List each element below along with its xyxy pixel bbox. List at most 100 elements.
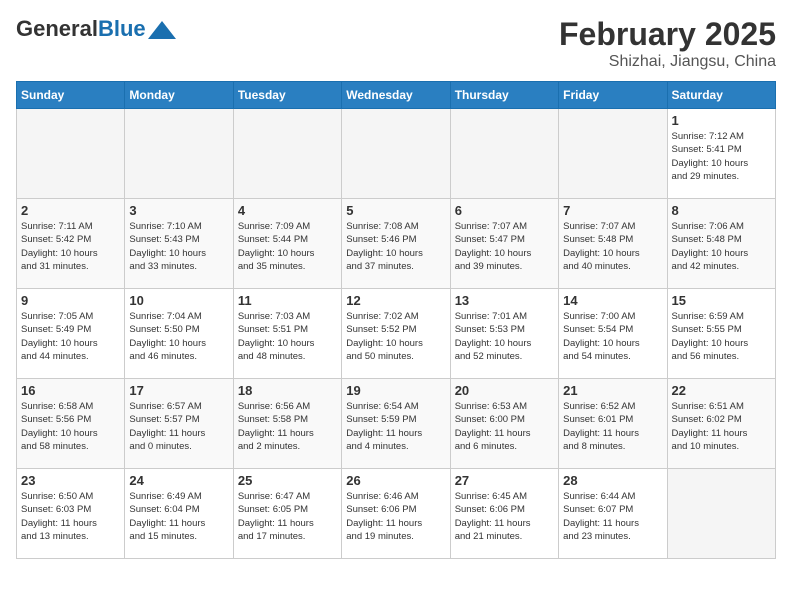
day-info: Sunrise: 7:10 AM Sunset: 5:43 PM Dayligh… [129,220,228,273]
calendar-cell [559,109,667,199]
day-info: Sunrise: 6:47 AM Sunset: 6:05 PM Dayligh… [238,490,337,543]
week-row-5: 23 Sunrise: 6:50 AM Sunset: 6:03 PM Dayli… [17,469,776,559]
day-info: Sunrise: 6:44 AM Sunset: 6:07 PM Dayligh… [563,490,662,543]
weekday-header-tuesday: Tuesday [233,82,341,109]
weekday-header-sunday: Sunday [17,82,125,109]
day-number: 10 [129,293,228,308]
calendar-cell: 25 Sunrise: 6:47 AM Sunset: 6:05 PM Dayli… [233,469,341,559]
calendar-table: SundayMondayTuesdayWednesdayThursdayFrid… [16,81,776,559]
day-info: Sunrise: 6:56 AM Sunset: 5:58 PM Dayligh… [238,400,337,453]
week-row-4: 16 Sunrise: 6:58 AM Sunset: 5:56 PM Dayli… [17,379,776,469]
calendar-cell [667,469,775,559]
day-number: 27 [455,473,554,488]
calendar-cell: 22 Sunrise: 6:51 AM Sunset: 6:02 PM Dayli… [667,379,775,469]
calendar-cell: 9 Sunrise: 7:05 AM Sunset: 5:49 PM Daylig… [17,289,125,379]
day-info: Sunrise: 7:02 AM Sunset: 5:52 PM Dayligh… [346,310,445,363]
calendar-cell: 20 Sunrise: 6:53 AM Sunset: 6:00 PM Dayli… [450,379,558,469]
calendar-cell: 2 Sunrise: 7:11 AM Sunset: 5:42 PM Daylig… [17,199,125,289]
logo: General Blue [16,16,176,42]
logo-general: General [16,16,98,42]
calendar-cell: 28Sunrise: 6:44 AM Sunset: 6:07 PM Dayli… [559,469,667,559]
day-info: Sunrise: 6:46 AM Sunset: 6:06 PM Dayligh… [346,490,445,543]
day-info: Sunrise: 7:00 AM Sunset: 5:54 PM Dayligh… [563,310,662,363]
calendar-cell: 18 Sunrise: 6:56 AM Sunset: 5:58 PM Dayli… [233,379,341,469]
day-number: 1 [672,113,771,128]
day-number: 11 [238,293,337,308]
calendar-cell: 6 Sunrise: 7:07 AM Sunset: 5:47 PM Daylig… [450,199,558,289]
day-number: 23 [21,473,120,488]
week-row-3: 9 Sunrise: 7:05 AM Sunset: 5:49 PM Daylig… [17,289,776,379]
calendar-cell: 8 Sunrise: 7:06 AM Sunset: 5:48 PM Daylig… [667,199,775,289]
day-info: Sunrise: 6:58 AM Sunset: 5:56 PM Dayligh… [21,400,120,453]
day-number: 24 [129,473,228,488]
calendar-cell [450,109,558,199]
calendar-cell: 16 Sunrise: 6:58 AM Sunset: 5:56 PM Dayli… [17,379,125,469]
day-number: 16 [21,383,120,398]
day-number: 4 [238,203,337,218]
day-number: 5 [346,203,445,218]
page-header: General Blue February 2025 Shizhai, Jian… [16,16,776,71]
calendar-cell: 4 Sunrise: 7:09 AM Sunset: 5:44 PM Daylig… [233,199,341,289]
day-info: Sunrise: 6:54 AM Sunset: 5:59 PM Dayligh… [346,400,445,453]
calendar-cell: 14 Sunrise: 7:00 AM Sunset: 5:54 PM Dayli… [559,289,667,379]
day-info: Sunrise: 6:53 AM Sunset: 6:00 PM Dayligh… [455,400,554,453]
day-info: Sunrise: 7:01 AM Sunset: 5:53 PM Dayligh… [455,310,554,363]
day-number: 15 [672,293,771,308]
day-number: 9 [21,293,120,308]
day-info: Sunrise: 6:51 AM Sunset: 6:02 PM Dayligh… [672,400,771,453]
day-number: 2 [21,203,120,218]
day-number: 7 [563,203,662,218]
location: Shizhai, Jiangsu, China [559,53,776,71]
calendar-cell: 27 Sunrise: 6:45 AM Sunset: 6:06 PM Dayli… [450,469,558,559]
calendar-cell: 1 Sunrise: 7:12 AM Sunset: 5:41 PM Daylig… [667,109,775,199]
weekday-header-friday: Friday [559,82,667,109]
title-block: February 2025 Shizhai, Jiangsu, China [559,16,776,71]
logo-blue: Blue [98,16,146,42]
calendar-cell [125,109,233,199]
day-number: 3 [129,203,228,218]
calendar-cell: 13 Sunrise: 7:01 AM Sunset: 5:53 PM Dayli… [450,289,558,379]
weekday-header-row: SundayMondayTuesdayWednesdayThursdayFrid… [17,82,776,109]
calendar-cell: 12Sunrise: 7:02 AM Sunset: 5:52 PM Dayli… [342,289,450,379]
weekday-header-saturday: Saturday [667,82,775,109]
calendar-cell: 19Sunrise: 6:54 AM Sunset: 5:59 PM Dayli… [342,379,450,469]
calendar-cell: 7Sunrise: 7:07 AM Sunset: 5:48 PM Daylig… [559,199,667,289]
day-number: 6 [455,203,554,218]
calendar-cell: 5Sunrise: 7:08 AM Sunset: 5:46 PM Daylig… [342,199,450,289]
day-info: Sunrise: 7:03 AM Sunset: 5:51 PM Dayligh… [238,310,337,363]
day-info: Sunrise: 7:06 AM Sunset: 5:48 PM Dayligh… [672,220,771,273]
calendar-cell: 10Sunrise: 7:04 AM Sunset: 5:50 PM Dayli… [125,289,233,379]
week-row-2: 2 Sunrise: 7:11 AM Sunset: 5:42 PM Daylig… [17,199,776,289]
calendar-cell: 26Sunrise: 6:46 AM Sunset: 6:06 PM Dayli… [342,469,450,559]
day-number: 22 [672,383,771,398]
month-title: February 2025 [559,16,776,53]
day-info: Sunrise: 6:50 AM Sunset: 6:03 PM Dayligh… [21,490,120,543]
calendar-cell: 21Sunrise: 6:52 AM Sunset: 6:01 PM Dayli… [559,379,667,469]
day-number: 14 [563,293,662,308]
day-info: Sunrise: 7:09 AM Sunset: 5:44 PM Dayligh… [238,220,337,273]
day-info: Sunrise: 6:57 AM Sunset: 5:57 PM Dayligh… [129,400,228,453]
calendar-cell: 17 Sunrise: 6:57 AM Sunset: 5:57 PM Dayli… [125,379,233,469]
day-number: 17 [129,383,228,398]
calendar-cell: 15 Sunrise: 6:59 AM Sunset: 5:55 PM Dayli… [667,289,775,379]
day-number: 20 [455,383,554,398]
calendar-cell [342,109,450,199]
day-number: 13 [455,293,554,308]
day-info: Sunrise: 7:07 AM Sunset: 5:47 PM Dayligh… [455,220,554,273]
day-info: Sunrise: 7:12 AM Sunset: 5:41 PM Dayligh… [672,130,771,183]
day-number: 18 [238,383,337,398]
calendar-cell [17,109,125,199]
day-number: 8 [672,203,771,218]
day-info: Sunrise: 6:45 AM Sunset: 6:06 PM Dayligh… [455,490,554,543]
day-info: Sunrise: 6:59 AM Sunset: 5:55 PM Dayligh… [672,310,771,363]
day-number: 25 [238,473,337,488]
weekday-header-wednesday: Wednesday [342,82,450,109]
weekday-header-monday: Monday [125,82,233,109]
day-info: Sunrise: 6:52 AM Sunset: 6:01 PM Dayligh… [563,400,662,453]
calendar-cell: 11 Sunrise: 7:03 AM Sunset: 5:51 PM Dayli… [233,289,341,379]
logo-arrow-icon [148,21,176,39]
day-info: Sunrise: 7:11 AM Sunset: 5:42 PM Dayligh… [21,220,120,273]
day-info: Sunrise: 7:05 AM Sunset: 5:49 PM Dayligh… [21,310,120,363]
day-info: Sunrise: 6:49 AM Sunset: 6:04 PM Dayligh… [129,490,228,543]
calendar-cell: 23 Sunrise: 6:50 AM Sunset: 6:03 PM Dayli… [17,469,125,559]
